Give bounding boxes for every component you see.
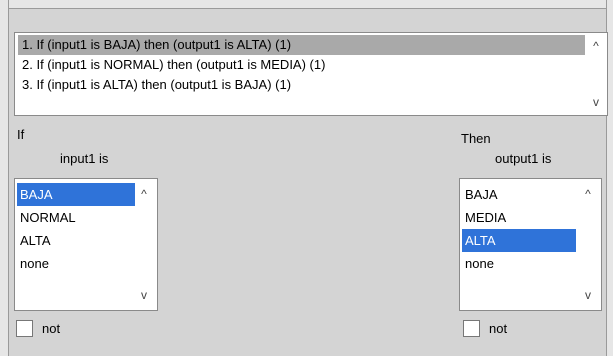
output-scroll-down-icon[interactable]: v <box>581 288 595 302</box>
input-variable-label: input1 is <box>60 151 109 166</box>
input-not-checkbox[interactable] <box>16 320 33 337</box>
rule-item[interactable]: 2. If (input1 is NORMAL) then (output1 i… <box>18 55 585 75</box>
window-left-border <box>0 0 9 356</box>
output-mf-listbox[interactable]: BAJA MEDIA ALTA none ^ v <box>459 178 602 311</box>
output-scroll-up-icon[interactable]: ^ <box>581 187 595 201</box>
if-label: If <box>17 127 25 142</box>
output-variable-label: output1 is <box>495 151 552 166</box>
input-scroll-up-icon[interactable]: ^ <box>137 187 151 201</box>
output-mf-list: BAJA MEDIA ALTA none <box>462 183 576 275</box>
output-not-label: not <box>489 321 508 336</box>
rule-item[interactable]: 3. If (input1 is ALTA) then (output1 is … <box>18 75 585 95</box>
input-mf-list: BAJA NORMAL ALTA none <box>17 183 135 275</box>
window-top-border <box>0 0 613 9</box>
input-scroll-down-icon[interactable]: v <box>137 288 151 302</box>
input-mf-item[interactable]: ALTA <box>17 229 135 252</box>
output-mf-item[interactable]: ALTA <box>462 229 576 252</box>
input-mf-listbox[interactable]: BAJA NORMAL ALTA none ^ v <box>14 178 158 311</box>
output-mf-item[interactable]: BAJA <box>462 183 576 206</box>
rule-item[interactable]: 1. If (input1 is BAJA) then (output1 is … <box>18 35 585 55</box>
rules-list: 1. If (input1 is BAJA) then (output1 is … <box>18 35 585 95</box>
then-label: Then <box>461 131 491 146</box>
input-not-label: not <box>42 321 61 336</box>
output-mf-item[interactable]: none <box>462 252 576 275</box>
input-mf-item[interactable]: none <box>17 252 135 275</box>
scroll-down-icon[interactable]: v <box>589 95 603 109</box>
input-mf-item[interactable]: BAJA <box>17 183 135 206</box>
rules-listbox[interactable]: 1. If (input1 is BAJA) then (output1 is … <box>14 32 608 116</box>
output-mf-item[interactable]: MEDIA <box>462 206 576 229</box>
scroll-up-icon[interactable]: ^ <box>589 39 603 53</box>
input-mf-item[interactable]: NORMAL <box>17 206 135 229</box>
output-not-checkbox[interactable] <box>463 320 480 337</box>
